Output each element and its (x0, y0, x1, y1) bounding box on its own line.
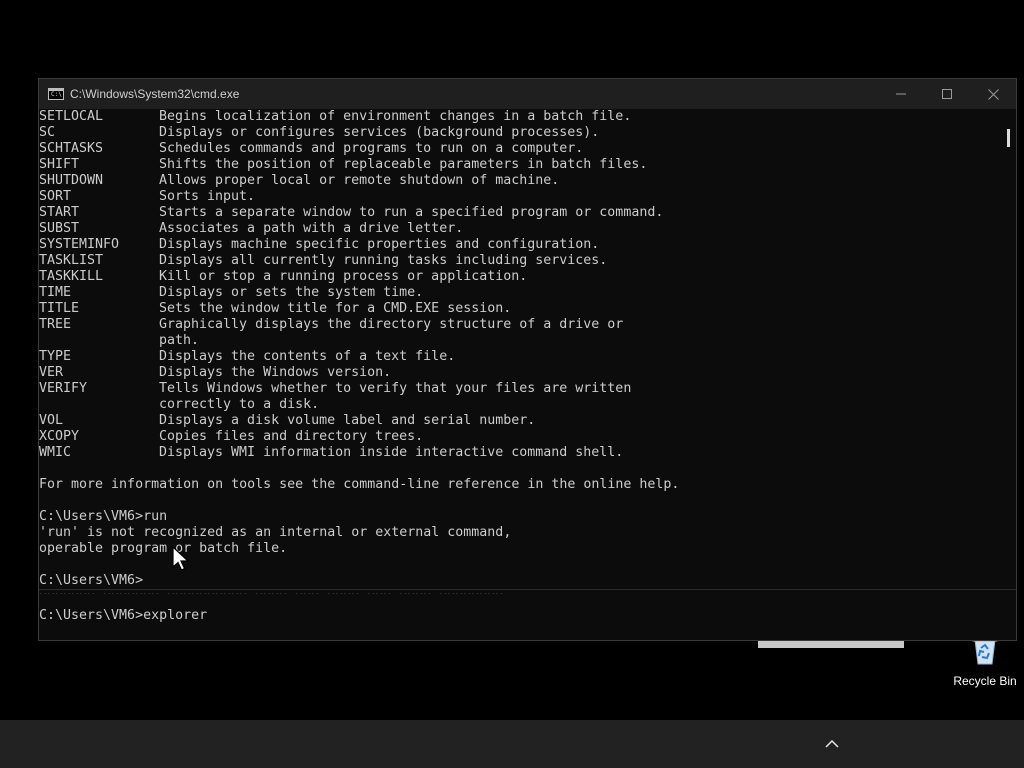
command-description: Begins localization of environment chang… (159, 109, 632, 124)
maximize-button[interactable] (924, 79, 970, 109)
command-description: Starts a separate window to run a specif… (159, 205, 664, 220)
window-title: C:\Windows\System32\cmd.exe (70, 87, 240, 101)
command-description: Displays all currently running tasks inc… (159, 253, 608, 268)
command-name: TIME (39, 285, 72, 300)
command-name: SORT (39, 189, 72, 204)
console-line: path. (39, 333, 1002, 349)
console-line: SC Displays or configures services (backg… (39, 125, 1002, 141)
command-name: SHIFT (39, 157, 80, 172)
command-name: SHUTDOWN (39, 173, 104, 188)
vertical-scrollbar[interactable] (1002, 109, 1016, 589)
command-description: Sets the window title for a CMD.EXE sess… (159, 301, 512, 316)
console-line: SYSTEMINFO Displays machine specific prop… (39, 237, 1002, 253)
command-name: START (39, 205, 80, 220)
console-line: VOL Displays a disk volume label and seri… (39, 413, 1002, 429)
console-line: correctly to a disk. (39, 397, 1002, 413)
command-description: Allows proper local or remote shutdown o… (159, 173, 560, 188)
command-name: WMIC (39, 445, 72, 460)
command-description: Displays the Windows version. (159, 365, 392, 380)
command-name: TASKKILL (39, 269, 104, 284)
console-line: TREE Graphically displays the directory s… (39, 317, 1002, 333)
command-description: Displays or sets the system time. (159, 285, 424, 300)
cut-off-line: xxxxxxx xxxxxxx xxxxxxxxxx xxxx xxx xxxx… (39, 590, 503, 594)
console-line: VER Displays the Windows version. (39, 365, 1002, 381)
command-description: correctly to a disk. (159, 397, 320, 412)
command-name: SCHTASKS (39, 141, 104, 156)
command-description: Tells Windows whether to verify that you… (159, 381, 632, 396)
cmd-app-icon-text: C:\ (51, 91, 62, 98)
command-description: Displays or configures services (backgro… (159, 125, 600, 140)
command-description: Sorts input. (159, 189, 256, 204)
explorer-prompt-line: C:\Users\VM6>explorer (39, 608, 208, 623)
command-description: Displays the contents of a text file. (159, 349, 456, 364)
minimize-icon (896, 93, 906, 95)
command-name: SETLOCAL (39, 109, 104, 124)
console-text: C:\Users\VM6> (39, 573, 144, 588)
command-name: SUBST (39, 221, 80, 236)
taskbar (0, 720, 1024, 768)
console-line: SORT Sorts input. (39, 189, 1002, 205)
window-titlebar[interactable]: C:\ C:\Windows\System32\cmd.exe (39, 79, 1016, 109)
console-lower-pane[interactable]: xxxxxxx xxxxxxx xxxxxxxxxx xxxx xxx xxxx… (39, 590, 1016, 640)
maximize-icon (942, 89, 952, 99)
console-line: TASKLIST Displays all currently running t… (39, 253, 1002, 269)
desktop: Recycle Bin C:\ C:\Windows\System32\cmd.… (0, 0, 1024, 720)
scrollbar-thumb[interactable] (1007, 129, 1010, 147)
command-name: VER (39, 365, 64, 380)
chevron-up-icon[interactable] (824, 736, 840, 752)
console-line: SETLOCAL Begins localization of environme… (39, 109, 1002, 125)
console-line: C:\Users\VM6> (39, 573, 1002, 589)
command-description: Displays machine specific properties and… (159, 237, 600, 252)
console-line: TITLE Sets the window title for a CMD.EXE… (39, 301, 1002, 317)
command-description: Graphically displays the directory struc… (159, 317, 624, 332)
background-window-edge (758, 641, 904, 648)
console-text: operable program or batch file. (39, 541, 288, 556)
command-name: TYPE (39, 349, 72, 364)
close-button[interactable] (970, 79, 1016, 109)
console-text: C:\Users\VM6>run (39, 509, 168, 524)
console-line: C:\Users\VM6>run (39, 509, 1002, 525)
mouse-cursor-icon (172, 546, 190, 571)
console-line: SCHTASKS Schedules commands and programs … (39, 141, 1002, 157)
command-name: SYSTEMINFO (39, 237, 120, 252)
command-name: SC (39, 125, 56, 140)
console-line: WMIC Displays WMI information inside inte… (39, 445, 1002, 461)
command-name: VOL (39, 413, 64, 428)
command-description: Schedules commands and programs to run o… (159, 141, 584, 156)
command-name: TITLE (39, 301, 80, 316)
close-icon (987, 88, 999, 100)
console-line: START Starts a separate window to run a s… (39, 205, 1002, 221)
console-line: SUBST Associates a path with a drive lett… (39, 221, 1002, 237)
command-name: TASKLIST (39, 253, 104, 268)
command-description: path. (159, 333, 200, 348)
console-line: For more information on tools see the co… (39, 477, 1002, 493)
command-description: Displays WMI information inside interact… (159, 445, 624, 460)
command-name: XCOPY (39, 429, 80, 444)
command-name: TREE (39, 317, 72, 332)
console-line: TIME Displays or sets the system time. (39, 285, 1002, 301)
console-line: TASKKILL Kill or stop a running process o… (39, 269, 1002, 285)
cmd-app-icon[interactable]: C:\ (48, 88, 64, 100)
console-line: SHIFT Shifts the position of replaceable … (39, 157, 1002, 173)
console-line: XCOPY Copies files and directory trees. (39, 429, 1002, 445)
command-description: Shifts the position of replaceable param… (159, 157, 648, 172)
console-line: 'run' is not recognized as an internal o… (39, 525, 1002, 541)
minimize-button[interactable] (878, 79, 924, 109)
console-line: SHUTDOWN Allows proper local or remote sh… (39, 173, 1002, 189)
command-description: Associates a path with a drive letter. (159, 221, 464, 236)
console-line: VERIFY Tells Windows whether to verify th… (39, 381, 1002, 397)
console-text: For more information on tools see the co… (39, 477, 680, 492)
command-name: VERIFY (39, 381, 88, 396)
console-text: 'run' is not recognized as an internal o… (39, 525, 512, 540)
console-output[interactable]: SETLOCAL Begins localization of environme… (39, 109, 1002, 589)
recycle-bin-shortcut[interactable]: Recycle Bin (950, 634, 1020, 688)
command-description: Copies files and directory trees. (159, 429, 424, 444)
command-description: Displays a disk volume label and serial … (159, 413, 536, 428)
console-line: TYPE Displays the contents of a text file… (39, 349, 1002, 365)
recycle-bin-label: Recycle Bin (953, 674, 1017, 688)
command-description: Kill or stop a running process or applic… (159, 269, 528, 284)
